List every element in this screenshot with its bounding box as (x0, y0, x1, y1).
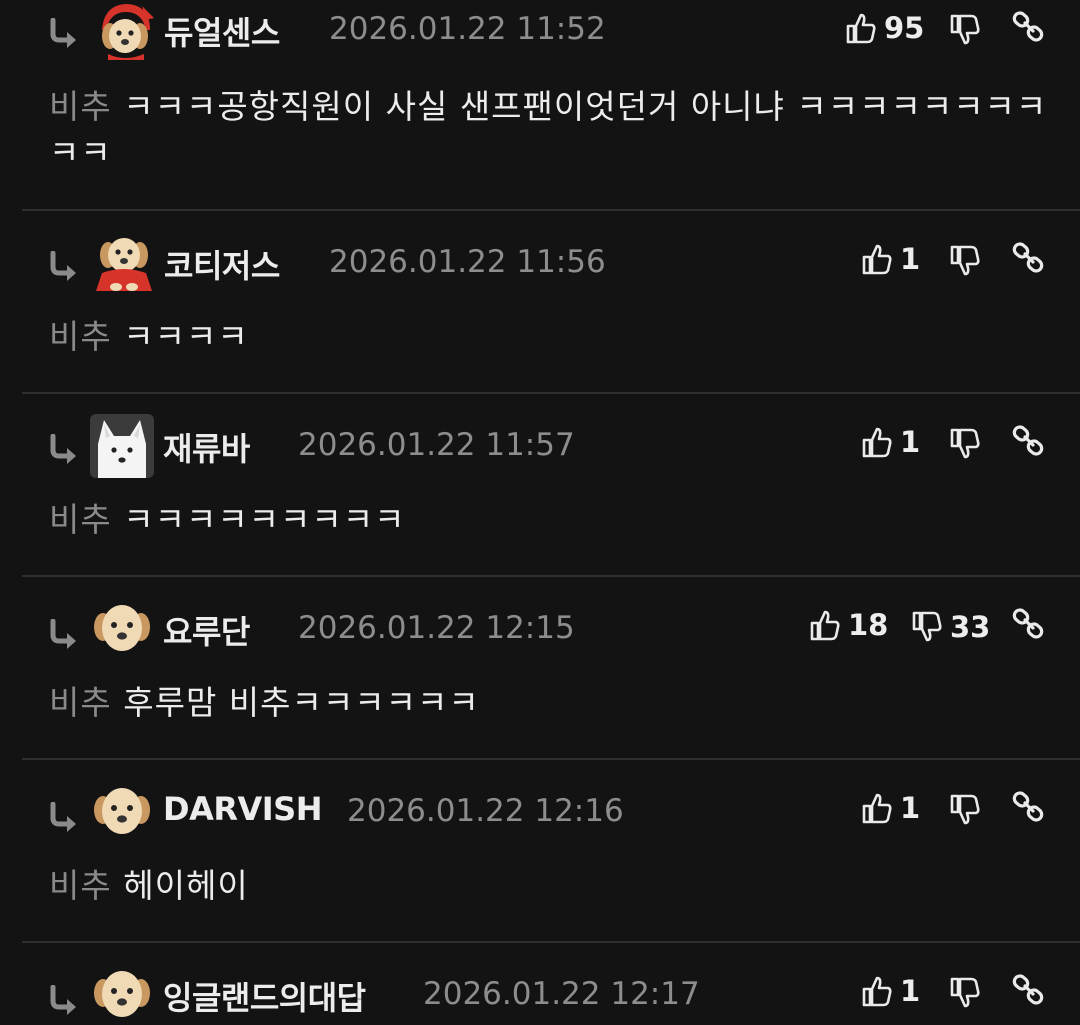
dislike-button[interactable]: 33 (912, 607, 990, 647)
reply-arrow-icon (50, 985, 76, 1015)
divider (22, 758, 1080, 760)
thumbs-down-icon (950, 794, 980, 825)
comment-body: 비추 헤이헤이 (49, 863, 1059, 909)
divider (22, 575, 1080, 577)
thumbs-up-icon (810, 610, 840, 641)
like-button[interactable]: 1 (862, 422, 920, 462)
link-icon[interactable] (1012, 607, 1046, 641)
like-button[interactable]: 1 (862, 971, 920, 1011)
comment-tag: 비추 (49, 683, 112, 722)
thumbs-up-icon (862, 427, 892, 458)
like-count: 1 (900, 425, 921, 459)
like-button[interactable]: 18 (810, 605, 888, 645)
comment-datetime: 2026.01.22 12:15 (298, 610, 575, 646)
dislike-button[interactable] (950, 790, 988, 830)
link-icon[interactable] (1012, 973, 1046, 1007)
like-button[interactable]: 1 (862, 239, 920, 279)
divider (22, 392, 1080, 394)
like-button[interactable]: 95 (846, 8, 924, 48)
thumbs-down-icon (950, 428, 980, 459)
comment-nickname[interactable]: 듀얼센스 (164, 8, 280, 54)
puppy-red-cape-avatar-icon (92, 229, 156, 293)
avatar[interactable] (90, 414, 154, 478)
reply-arrow-icon (50, 251, 76, 281)
thumbs-down-icon (950, 14, 980, 45)
thumbs-down-icon (912, 611, 942, 642)
reply-arrow-icon (50, 18, 76, 48)
like-button[interactable]: 1 (862, 788, 920, 828)
avatar[interactable] (90, 778, 154, 842)
avatar[interactable] (92, 0, 156, 64)
comment-tag: 비추 (49, 866, 112, 905)
link-icon[interactable] (1012, 10, 1046, 44)
comment-datetime: 2026.01.22 11:56 (329, 244, 606, 280)
dislike-button[interactable] (950, 10, 988, 50)
thumbs-up-icon (862, 976, 892, 1007)
avatar[interactable] (90, 595, 154, 659)
like-count: 1 (900, 791, 921, 825)
comment-body: 비추 ㅋㅋㅋㅋ (49, 314, 1059, 360)
thumbs-down-icon (950, 245, 980, 276)
avatar[interactable] (92, 229, 156, 293)
puppy-red-hood-avatar-icon (92, 0, 156, 64)
dislike-count: 33 (950, 610, 991, 644)
comment-body: 비추 ㅋㅋㅋ공항직원이 사실 샌프팬이엇던거 아니냐 ㅋㅋㅋㅋㅋㅋㅋㅋㅋㅋ (49, 84, 1059, 176)
reply-arrow-icon (50, 619, 76, 649)
thumbs-down-icon (950, 977, 980, 1008)
like-count: 95 (884, 11, 925, 45)
dislike-button[interactable] (950, 973, 988, 1013)
thumbs-up-icon (846, 13, 876, 44)
reply-arrow-icon (50, 802, 76, 832)
comment-tag: 비추 (49, 317, 112, 356)
puppy-avatar-icon (90, 595, 154, 659)
dislike-button[interactable] (950, 424, 988, 464)
comment-datetime: 2026.01.22 12:16 (347, 793, 624, 829)
comment-text: ㅋㅋㅋ공항직원이 사실 샌프팬이엇던거 아니냐 ㅋㅋㅋㅋㅋㅋㅋㅋㅋㅋ (49, 87, 1048, 172)
thumbs-up-icon (862, 793, 892, 824)
comment-datetime: 2026.01.22 11:57 (298, 427, 575, 463)
comment-datetime: 2026.01.22 12:17 (423, 976, 700, 1012)
like-count: 18 (848, 608, 889, 642)
puppy-avatar-icon (90, 961, 154, 1025)
link-icon[interactable] (1012, 241, 1046, 275)
puppy-avatar-icon (90, 778, 154, 842)
comment-tag: 비추 (49, 500, 112, 539)
dislike-button[interactable] (950, 241, 988, 281)
like-count: 1 (900, 974, 921, 1008)
like-count: 1 (900, 242, 921, 276)
comment-text: 헤이헤이 (123, 866, 249, 905)
comment-tag: 비추 (49, 87, 112, 126)
divider (22, 209, 1080, 211)
avatar[interactable] (90, 961, 154, 1025)
link-icon[interactable] (1012, 790, 1046, 824)
white-fox-avatar-icon (90, 414, 154, 478)
comment-nickname[interactable]: 요루단 (163, 607, 250, 653)
comment-nickname[interactable]: 코티저스 (164, 241, 280, 287)
comment-nickname[interactable]: 재류바 (163, 424, 250, 470)
comment-body: 비추 ㅋㅋㅋㅋㅋㅋㅋㅋㅋ (49, 497, 1059, 543)
link-icon[interactable] (1012, 424, 1046, 458)
comment-text: 후루맘 비추ㅋㅋㅋㅋㅋㅋ (123, 683, 480, 722)
comment-nickname[interactable]: 잉글랜드의대답 (163, 973, 366, 1019)
comment-text: ㅋㅋㅋㅋ (123, 317, 249, 356)
comment-nickname[interactable]: DARVISH (163, 790, 322, 828)
comment-body: 비추 후루맘 비추ㅋㅋㅋㅋㅋㅋ (49, 680, 1059, 726)
divider (22, 941, 1080, 943)
thumbs-up-icon (862, 244, 892, 275)
reply-arrow-icon (50, 434, 76, 464)
comment-text: ㅋㅋㅋㅋㅋㅋㅋㅋㅋ (123, 500, 406, 539)
comment-datetime: 2026.01.22 11:52 (329, 11, 606, 47)
